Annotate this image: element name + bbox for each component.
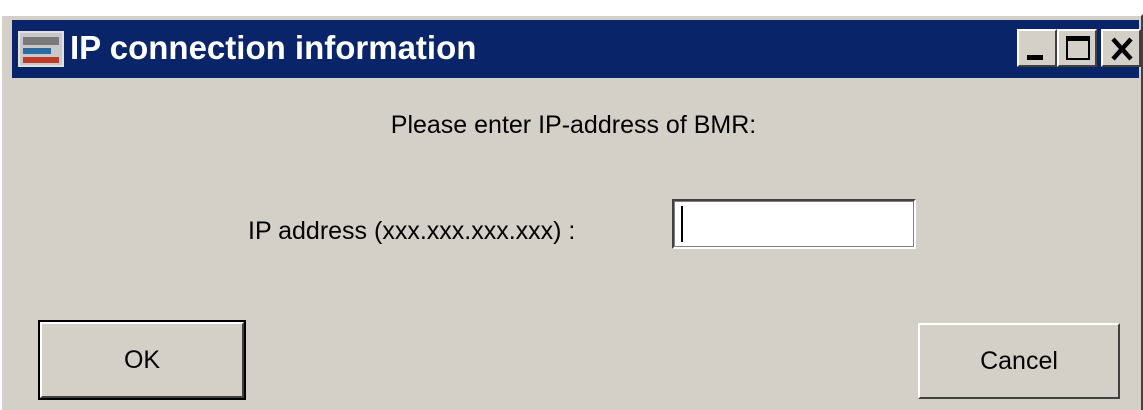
app-window-icon[interactable] bbox=[18, 31, 64, 67]
title-bar[interactable]: IP connection information bbox=[12, 20, 1141, 78]
minimize-button[interactable] bbox=[1017, 29, 1057, 67]
close-button[interactable] bbox=[1101, 29, 1141, 67]
minimize-icon bbox=[1027, 55, 1043, 60]
cancel-button[interactable]: Cancel bbox=[918, 323, 1120, 399]
ip-address-input[interactable] bbox=[672, 199, 916, 249]
maximize-button[interactable] bbox=[1057, 29, 1097, 67]
window-title: IP connection information bbox=[70, 29, 477, 66]
maximize-icon bbox=[1066, 36, 1090, 60]
prompt-text: Please enter IP-address of BMR: bbox=[390, 111, 757, 139]
ok-button[interactable]: OK bbox=[38, 320, 246, 400]
ip-address-label: IP address (xxx.xxx.xxx.xxx) : bbox=[248, 217, 576, 245]
dialog-window: IP connection information Please enter I… bbox=[0, 14, 1143, 410]
text-caret bbox=[681, 206, 683, 242]
close-icon bbox=[1111, 37, 1133, 61]
